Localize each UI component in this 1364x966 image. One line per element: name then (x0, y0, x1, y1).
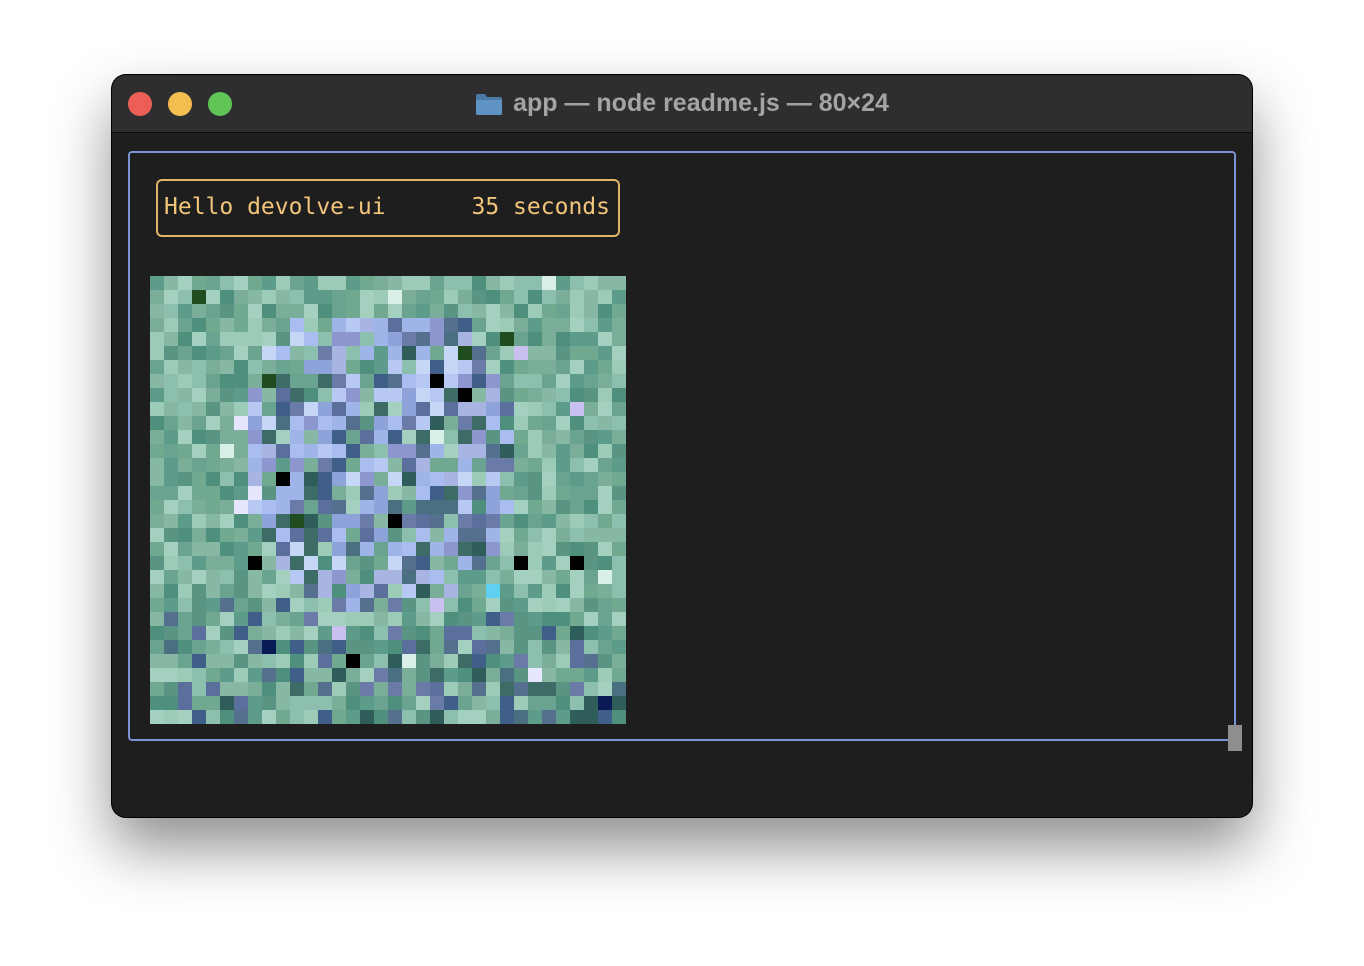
greeting-text: Hello devolve-ui (164, 194, 386, 220)
window-title-area: app — node readme.js — 80×24 (112, 75, 1252, 132)
timer-text: 35 seconds (471, 194, 610, 220)
terminal-content[interactable]: Hello devolve-ui 35 seconds (112, 133, 1252, 817)
terminal-window: app — node readme.js — 80×24 Hello devol… (112, 75, 1252, 817)
window-title: app — node readme.js — 80×24 (513, 89, 889, 117)
pixelated-image (150, 276, 626, 724)
folder-icon (475, 92, 503, 116)
title-bar[interactable]: app — node readme.js — 80×24 (112, 75, 1252, 133)
terminal-cursor (1228, 725, 1242, 751)
header-box: Hello devolve-ui 35 seconds (156, 179, 620, 237)
